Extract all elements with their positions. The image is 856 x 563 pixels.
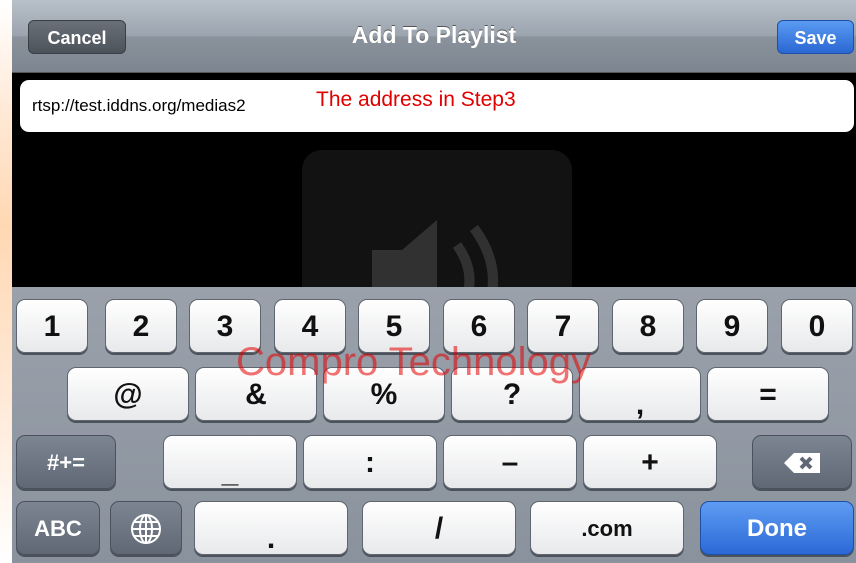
page-title: Add To Playlist: [351, 22, 517, 48]
globe-key[interactable]: [110, 501, 182, 555]
key-dash[interactable]: –: [443, 435, 577, 489]
key-0[interactable]: 0: [781, 299, 853, 353]
key-period[interactable]: .: [194, 501, 348, 555]
key-plus[interactable]: +: [583, 435, 717, 489]
key-comma-label: ,: [635, 388, 645, 421]
address-input[interactable]: rtsp://test.iddns.org/medias2 The addres…: [20, 80, 854, 132]
delete-icon: [784, 453, 820, 473]
save-button[interactable]: Save: [777, 20, 854, 54]
key-dotcom[interactable]: .com: [530, 501, 684, 555]
screen: Cancel Add To Playlist Save rtsp://test.…: [0, 0, 856, 563]
key-at[interactable]: @: [67, 367, 189, 421]
delete-key[interactable]: [752, 435, 852, 489]
watermark-text: Compro Technology: [236, 340, 592, 384]
key-symbols-toggle[interactable]: #+=: [16, 435, 116, 489]
key-1[interactable]: 1: [16, 299, 88, 353]
on-screen-keyboard: 1 2 3 4 5 6 7 8 9 0 @ & % ? , = #+= _ : …: [12, 287, 856, 563]
navigation-bar: Cancel Add To Playlist Save: [12, 0, 856, 73]
left-accent: [0, 0, 12, 563]
device-screen: Cancel Add To Playlist Save rtsp://test.…: [12, 0, 856, 563]
key-abc[interactable]: ABC: [16, 501, 100, 555]
address-value: rtsp://test.iddns.org/medias2: [32, 96, 246, 115]
globe-icon: [131, 514, 161, 544]
key-2[interactable]: 2: [105, 299, 177, 353]
address-annotation: The address in Step3: [316, 88, 516, 111]
key-underscore-label: _: [221, 456, 239, 489]
done-button[interactable]: Done: [700, 501, 854, 555]
key-colon[interactable]: :: [303, 435, 437, 489]
key-period-label: .: [266, 522, 276, 555]
key-slash[interactable]: /: [362, 501, 516, 555]
key-underscore[interactable]: _: [163, 435, 297, 489]
